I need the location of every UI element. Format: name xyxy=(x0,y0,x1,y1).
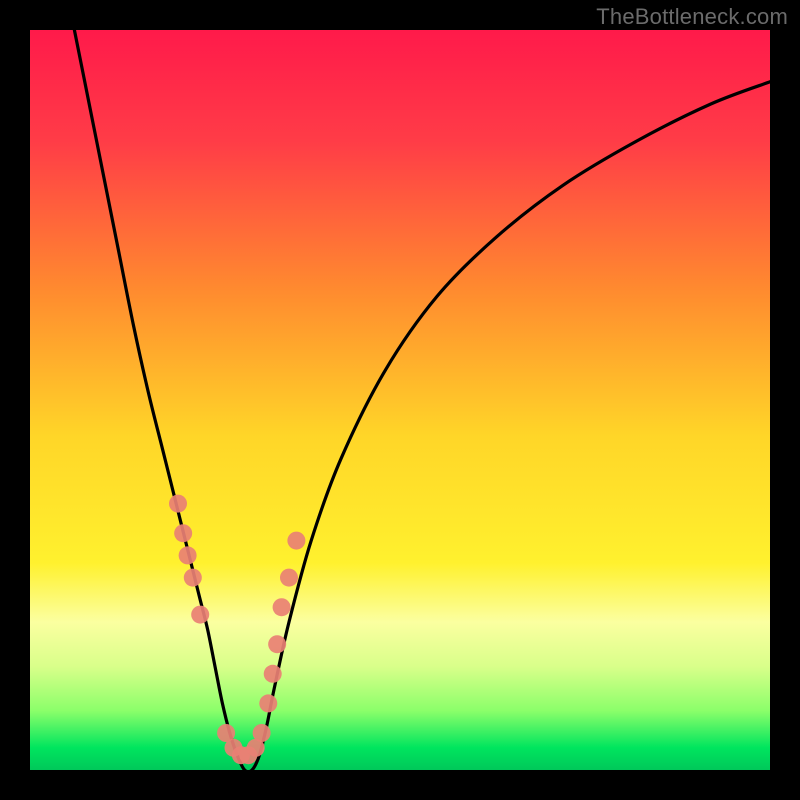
outer-black-frame: TheBottleneck.com xyxy=(0,0,800,800)
highlight-point xyxy=(259,694,277,712)
highlight-point xyxy=(287,532,305,550)
highlight-point xyxy=(174,524,192,542)
highlight-point xyxy=(184,569,202,587)
highlight-point xyxy=(273,598,291,616)
highlight-point xyxy=(179,546,197,564)
watermark-label: TheBottleneck.com xyxy=(596,4,788,30)
highlight-point xyxy=(169,495,187,513)
highlight-point xyxy=(264,665,282,683)
highlight-point xyxy=(268,635,286,653)
highlight-point xyxy=(191,606,209,624)
plot-area xyxy=(30,30,770,770)
highlight-point xyxy=(280,569,298,587)
bottleneck-curve xyxy=(74,30,770,770)
highlight-point xyxy=(253,724,271,742)
highlight-points-layer xyxy=(169,495,305,765)
chart-canvas xyxy=(30,30,770,770)
